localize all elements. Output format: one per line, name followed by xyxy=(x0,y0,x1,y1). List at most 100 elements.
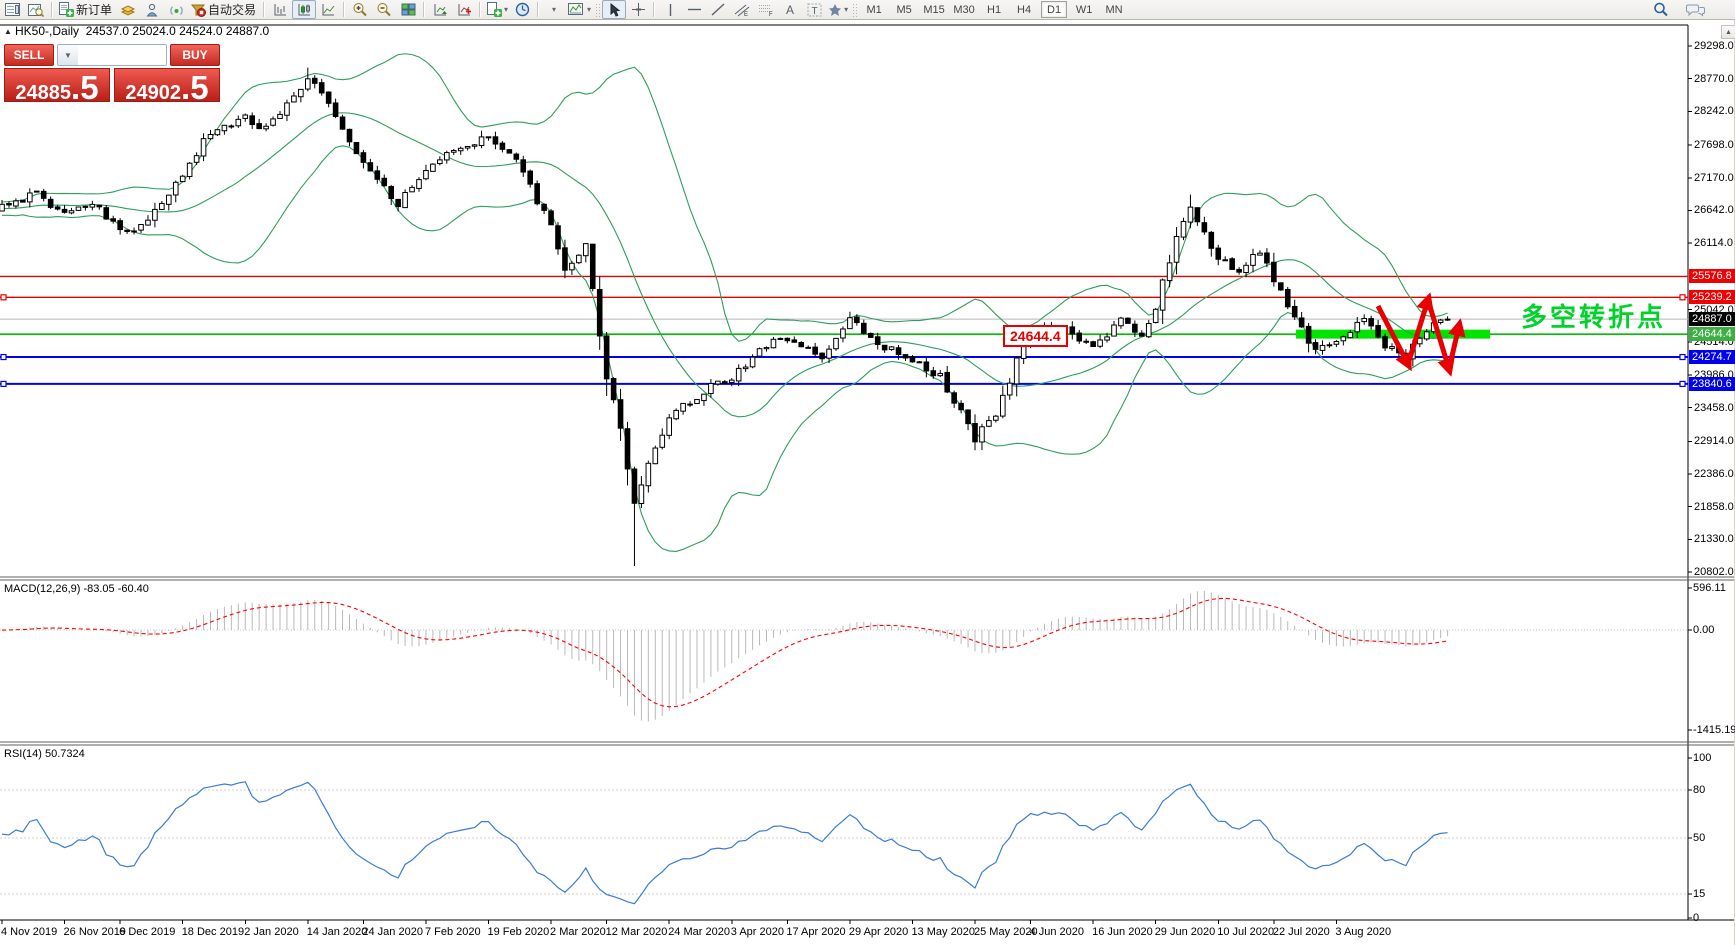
scroll-up-button[interactable]: ▲ xyxy=(1721,25,1735,39)
clock-icon[interactable] xyxy=(510,0,534,19)
date-label: 16 Jun 2020 xyxy=(1092,926,1153,938)
price-tick-label: 27698.0 xyxy=(1694,139,1734,152)
navigator-icon[interactable] xyxy=(140,0,164,19)
add-chart-button[interactable]: ▾ xyxy=(484,0,510,19)
timeframe-m30[interactable]: M30 xyxy=(951,1,977,18)
svg-text:F: F xyxy=(769,12,773,17)
profile-dropdown[interactable]: ▾ xyxy=(566,0,593,19)
vertical-line-tool[interactable] xyxy=(658,0,682,19)
market-watch-icon[interactable] xyxy=(116,0,140,19)
auto-trading-label: 自动交易 xyxy=(208,3,257,17)
date-label: 24 Jan 2020 xyxy=(362,926,423,938)
shapes-tool[interactable]: ▾ xyxy=(826,0,850,19)
text-label-tool[interactable]: T xyxy=(802,0,826,19)
timeframe-h1[interactable]: H1 xyxy=(981,1,1007,18)
line-handle[interactable] xyxy=(1679,353,1686,361)
price-flag-25239.2: 25239.2 xyxy=(1689,290,1735,305)
price-tick-label: 23458.0 xyxy=(1694,401,1734,414)
trendline-tool[interactable] xyxy=(706,0,730,19)
price-tick-label: 21330.0 xyxy=(1694,533,1734,546)
chat-icon[interactable] xyxy=(1683,0,1707,19)
volume-decrease-button[interactable]: ▼ xyxy=(58,45,78,65)
crosshair-icon[interactable] xyxy=(626,0,650,19)
date-label: 29 Jun 2020 xyxy=(1154,926,1216,938)
price-tick-label: 26114.0 xyxy=(1694,237,1733,250)
sell-button[interactable]: SELL xyxy=(4,44,54,66)
timeframe-mn[interactable]: MN xyxy=(1101,1,1127,18)
buy-price[interactable]: 24902.5 xyxy=(114,68,220,106)
date-label: 17 Apr 2020 xyxy=(786,926,846,938)
zoom-in-icon[interactable] xyxy=(348,0,372,19)
line-handle[interactable] xyxy=(1679,380,1686,388)
line-chart-icon[interactable] xyxy=(316,0,340,19)
date-label: 19 Feb 2020 xyxy=(487,926,550,938)
price-flag-24644.4: 24644.4 xyxy=(1689,327,1735,342)
volume-spinner: ▼ ▲ xyxy=(57,44,167,66)
date-label: 6 Dec 2019 xyxy=(119,926,176,938)
line-handle[interactable] xyxy=(0,294,7,301)
volume-input[interactable] xyxy=(77,45,166,65)
macd-axis-label: 0.00 xyxy=(1693,624,1715,636)
toolbar-separator xyxy=(653,2,656,17)
timeframe-bar: M1 M5 M15 M30 H1 H4 D1 W1 MN xyxy=(861,1,1127,18)
chart-title: HK50-,Daily 24537.0 25024.0 24524.0 2488… xyxy=(15,24,269,38)
price-tick-label: 26642.0 xyxy=(1694,204,1734,217)
turning-point-note[interactable]: 多空转折点 xyxy=(1521,297,1666,334)
chart-preview-icon[interactable] xyxy=(24,0,48,19)
buy-price-frac: .5 xyxy=(181,69,209,106)
fibonacci-tool[interactable]: F xyxy=(754,0,778,19)
macd-axis-label: -1415.19 xyxy=(1693,723,1735,736)
timeframe-w1[interactable]: W1 xyxy=(1071,1,1097,18)
tile-windows-icon[interactable] xyxy=(396,0,420,19)
toolbar-separator xyxy=(343,2,346,17)
main-toolbar: 新订单 自动交易 ▾ ▾ ▾ E F A T ▾ M1 M5 M15 M30 H1 H4 D… xyxy=(0,0,1735,20)
rsi-axis-label: 100 xyxy=(1693,752,1712,764)
price-flag-25576.8: 25576.8 xyxy=(1689,269,1735,284)
rsi-axis-label: 0 xyxy=(1693,912,1700,924)
date-label: 7 Feb 2020 xyxy=(424,926,481,938)
date-label: 3 Apr 2020 xyxy=(730,926,784,938)
horizontal-line-tool[interactable] xyxy=(682,0,706,19)
price-tick-label: 28242.0 xyxy=(1694,105,1734,118)
price-annotation-box[interactable]: 24644.4 xyxy=(1003,325,1068,347)
signals-icon[interactable] xyxy=(164,0,188,19)
search-icon[interactable] xyxy=(1649,0,1673,19)
channel-tool[interactable]: E xyxy=(730,0,754,19)
buy-price-main: 24902 xyxy=(125,82,182,104)
date-label: 26 Nov 2019 xyxy=(63,926,126,938)
date-label: 12 Mar 2020 xyxy=(605,926,668,938)
timeframe-d1[interactable]: D1 xyxy=(1041,1,1068,18)
date-label: 14 Jan 2020 xyxy=(306,926,368,938)
template-dropdown[interactable]: ▾ xyxy=(542,0,566,19)
price-tick-label: 29298.0 xyxy=(1694,40,1734,52)
timeframe-m5[interactable]: M5 xyxy=(891,1,917,18)
line-handle[interactable] xyxy=(0,353,7,361)
indicator-window-icon[interactable] xyxy=(428,0,452,19)
bar-chart-icon[interactable] xyxy=(268,0,292,19)
cursor-icon[interactable] xyxy=(602,0,627,19)
rsi-axis-label: 50 xyxy=(1693,832,1706,844)
buy-button[interactable]: BUY xyxy=(170,44,220,66)
new-order-button[interactable]: 新订单 xyxy=(56,0,116,19)
date-label: 4 Jun 2020 xyxy=(1029,926,1085,938)
macd-indicator-label: MACD(12,26,9) -83.05 -60.40 xyxy=(4,583,149,595)
chart-window-icon[interactable] xyxy=(0,0,24,19)
price-tick-label: 20802.0 xyxy=(1694,566,1734,579)
indicator-add-icon[interactable] xyxy=(452,0,476,19)
toolbar-grip xyxy=(852,2,858,17)
text-tool[interactable]: A xyxy=(778,0,802,19)
sell-price[interactable]: 24885.5 xyxy=(4,68,110,104)
collapse-panel-icon[interactable]: ▲ xyxy=(4,27,12,36)
zoom-out-icon[interactable] xyxy=(372,0,396,19)
line-handle[interactable] xyxy=(0,380,7,388)
chevron-down-icon: ▾ xyxy=(844,5,849,14)
toolbar-separator xyxy=(51,2,53,17)
auto-trading-button[interactable]: 自动交易 xyxy=(188,0,260,19)
candlestick-chart-icon[interactable] xyxy=(292,0,317,19)
timeframe-m1[interactable]: M1 xyxy=(861,1,887,18)
date-label: 29 Apr 2020 xyxy=(848,926,909,938)
timeframe-m15[interactable]: M15 xyxy=(921,1,947,18)
date-label: 10 Jul 2020 xyxy=(1217,926,1275,938)
line-handle[interactable] xyxy=(1679,294,1686,301)
timeframe-h4[interactable]: H4 xyxy=(1011,1,1037,18)
